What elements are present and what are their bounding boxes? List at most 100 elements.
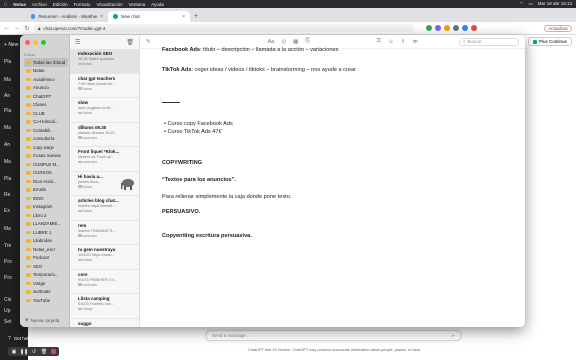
note-list-item[interactable]: Hi havia a... jueves fincs... Notas [70, 172, 139, 196]
folder-item[interactable]: CLUB [24, 109, 68, 118]
trash-icon[interactable]: 🗑︎ [126, 39, 134, 46]
folder-item[interactable]: SEO [24, 262, 68, 271]
folder-item[interactable]: CURSOS [24, 169, 68, 178]
chat-history-item[interactable]: An [4, 93, 10, 99]
minimize-window-button[interactable] [33, 40, 38, 45]
help-icon[interactable]: ? [8, 336, 11, 342]
note-list-item[interactable]: Indexación SEO 16:18 Sobre quitadas Notas [70, 49, 139, 74]
chat-history-item[interactable]: Pla [4, 59, 11, 65]
chat-history-item[interactable]: Pro [4, 275, 12, 281]
attachment-icon[interactable]: ⎘ [305, 38, 309, 45]
settings-item[interactable]: Set [4, 319, 12, 325]
delete-icon[interactable]: 🗑︎ [41, 349, 47, 355]
notes-search-field[interactable]: ⌕ Buscar [459, 37, 519, 46]
close-window-button[interactable] [25, 40, 30, 45]
new-chat-button[interactable]: + New [4, 42, 18, 48]
reload-icon[interactable]: ↻ [24, 25, 30, 32]
note-list-item[interactable]: core 9/4/23 FINISHER 2 ti... workoats [70, 270, 139, 294]
folder-item[interactable]: Viotge [24, 279, 68, 288]
chat-history-item[interactable]: Pro [4, 259, 12, 265]
folder-item[interactable]: CUMPLE M... [24, 160, 68, 169]
folder-item[interactable]: Libro 2 [24, 211, 68, 220]
note-list-item[interactable]: slow ayer progreso la fle... Notas [70, 98, 139, 123]
get-help-label[interactable]: Get help [14, 336, 31, 341]
note-list-item[interactable]: articles blog chat... martes https://www6… [70, 196, 139, 221]
chat-history-item[interactable]: Pla [4, 108, 11, 114]
folder-item[interactable]: ChatGPT [24, 92, 68, 101]
checklist-icon[interactable]: ◎ [281, 39, 286, 45]
chat-history-item[interactable]: An [4, 142, 10, 148]
forward-icon[interactable]: → [14, 25, 20, 31]
address-field[interactable]: 🔒︎ chat.openai.com/?model=gpt-4 [34, 24, 414, 32]
chat-history-item[interactable]: Ma [4, 125, 11, 131]
browser-tab[interactable]: Resumen - Análisis - WeatherDr... × [26, 11, 108, 22]
menubar-app-name[interactable]: Notas [13, 2, 26, 7]
menubar-item[interactable]: Visualización [96, 2, 122, 7]
format-text-icon[interactable]: Aa [268, 39, 275, 45]
folder-item[interactable]: Todas las iCloud [24, 58, 68, 67]
restart-icon[interactable]: ↺ [31, 349, 37, 355]
folder-item[interactable]: workoats [24, 288, 68, 297]
plus-continue-button[interactable]: Plus Continue [527, 37, 572, 46]
folder-item[interactable]: YouTube [24, 296, 68, 305]
folder-item[interactable]: LUBRE 1 [24, 228, 68, 237]
folder-item[interactable]: consultoría [24, 135, 68, 144]
close-tab-icon[interactable]: × [100, 14, 103, 20]
send-icon[interactable]: ➤ [451, 333, 455, 339]
wifi-icon[interactable]: ◠ [520, 1, 524, 7]
profile-avatar[interactable] [471, 25, 477, 31]
note-list-item[interactable]: tu gem nuestraya 10/4/23 https://www... No… [70, 245, 139, 270]
extension-icon[interactable] [462, 25, 468, 31]
folder-item[interactable]: Instagram [24, 203, 68, 212]
list-view-icon[interactable]: ☰ [75, 39, 80, 46]
new-tab-icon[interactable]: + [190, 13, 202, 22]
new-folder-button[interactable]: ⊕ Nueva carpeta [25, 317, 59, 323]
folder-item[interactable]: copy warje [24, 143, 68, 152]
note-list-item[interactable]: chat gpt teachers 7:06 https://youtu.be..… [70, 74, 139, 98]
note-list-item[interactable]: suggo5/4/23 https://au.ho...Notas [70, 319, 139, 328]
close-tab-icon[interactable]: × [182, 14, 185, 20]
share-icon[interactable]: ⇪ [401, 39, 406, 45]
browser-tab-active[interactable]: New chat × [108, 11, 190, 22]
folder-item[interactable]: Temporario... [24, 271, 68, 280]
apple-icon[interactable]:  [4, 2, 7, 7]
menubar-item[interactable]: Ayuda [151, 2, 164, 7]
menubar-item[interactable]: Archivo [32, 2, 47, 7]
stop-recording-icon[interactable] [51, 349, 56, 354]
folder-item[interactable]: Emails [24, 186, 68, 195]
folder-item[interactable]: Podcast [24, 254, 68, 263]
table-icon[interactable]: ▦ [293, 39, 298, 45]
more-icon[interactable]: ≫ [412, 39, 418, 45]
camera-icon[interactable]: ▣ [11, 349, 17, 355]
chat-history-item[interactable]: Ma [4, 226, 11, 232]
back-icon[interactable]: ← [4, 25, 10, 31]
folder-item[interactable]: Cosas nuevas [24, 152, 68, 161]
chat-history-item[interactable]: Ma [4, 77, 11, 83]
chat-history-item[interactable]: Tre [4, 243, 11, 249]
chat-history-item[interactable]: Ex [4, 208, 10, 214]
clear-conversations-item[interactable]: Cle [4, 297, 12, 303]
extension-icon[interactable] [435, 25, 441, 31]
extension-icon[interactable] [453, 25, 459, 31]
zoom-window-button[interactable] [41, 40, 46, 45]
folder-item[interactable]: IDNC [24, 194, 68, 203]
extension-icon[interactable] [444, 25, 450, 31]
upgrade-item[interactable]: Up [4, 308, 10, 314]
folder-item[interactable]: Contabili... [24, 126, 68, 135]
folder-item[interactable]: Anuncio [24, 84, 68, 93]
menubar-clock[interactable]: Mar 18 abr 16:13 [538, 1, 572, 7]
folder-item[interactable]: Notas [24, 67, 68, 76]
chat-history-item[interactable]: Ma [4, 159, 11, 165]
update-button[interactable]: Actualizar [544, 24, 572, 32]
folder-item[interactable]: Co-Hobsoli... [24, 118, 68, 127]
menubar-item[interactable]: Edición [53, 2, 68, 7]
chat-history-item[interactable]: Re [4, 192, 10, 198]
note-list-item[interactable]: dillums 09.30 sábado dinnaro 15:20 workoat… [70, 123, 139, 147]
chat-history-item[interactable]: Pla [4, 176, 11, 182]
extension-icon[interactable] [426, 25, 432, 31]
menubar-item[interactable]: Formato [74, 2, 91, 7]
pause-icon[interactable]: ❚❚ [20, 349, 28, 355]
note-list-item[interactable]: Front liquet *Klok... viernes #4 Front op… [70, 147, 139, 172]
lock-note-icon[interactable]: ⚿ [377, 38, 381, 45]
note-list-item[interactable]: Llista camping 5/4/23 Fronteis, tan... Vio… [70, 294, 139, 319]
